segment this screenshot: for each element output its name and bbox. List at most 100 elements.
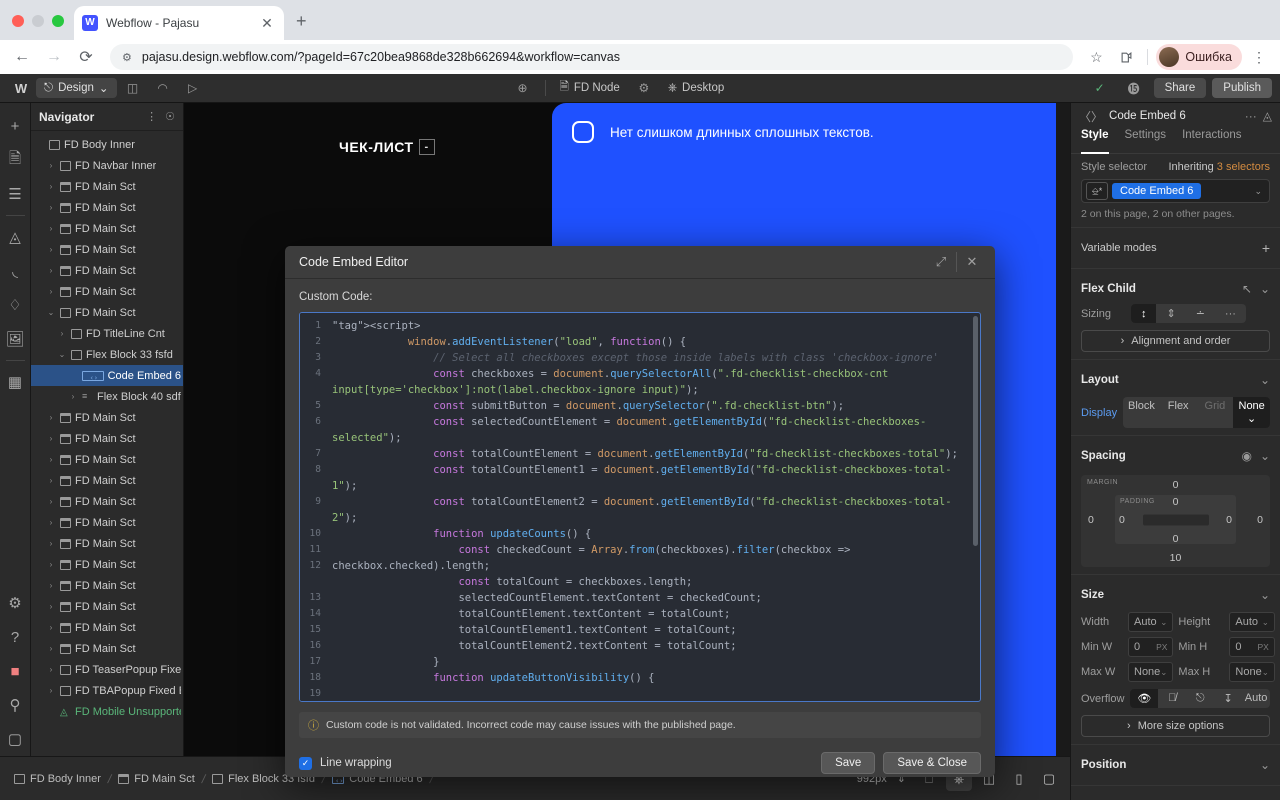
margin-right-value[interactable]: 0 <box>1257 514 1263 526</box>
expand-caret-icon[interactable]: › <box>46 203 56 212</box>
shrink-icon[interactable]: ↕ <box>1130 304 1157 323</box>
padding-bottom-value[interactable]: 0 <box>1173 533 1179 545</box>
share-button[interactable]: Share <box>1153 78 1207 98</box>
min-width-input[interactable]: 0 PX <box>1128 637 1174 657</box>
checklist-item[interactable]: Нет слишком длинных сплошных текстов. <box>552 103 1056 161</box>
expand-caret-icon[interactable]: › <box>46 224 56 233</box>
navigator-item[interactable]: FD Body Inner <box>31 134 183 155</box>
margin-top-value[interactable]: 0 <box>1173 479 1179 491</box>
maximize-window-button[interactable] <box>52 15 64 27</box>
expand-icon[interactable]: ⤢ <box>926 250 956 274</box>
margin-bottom-value[interactable]: 10 <box>1170 552 1182 564</box>
expand-caret-icon[interactable]: › <box>46 476 56 485</box>
navigator-item[interactable]: › FD Main Sct <box>31 617 183 638</box>
navigator-item[interactable]: ⌄ FD Main Sct <box>31 302 183 323</box>
navigator-item[interactable]: › FD Main Sct <box>31 281 183 302</box>
breadcrumb-item[interactable]: FD Body Inner <box>8 773 107 785</box>
code-text-area[interactable]: "tag"><script> window.addEventListener("… <box>326 313 980 701</box>
grow-icon[interactable]: ⇕ <box>1156 304 1185 323</box>
close-icon[interactable]: ✕ <box>258 15 276 32</box>
expand-caret-icon[interactable]: › <box>46 539 56 548</box>
tablet-landscape-icon[interactable]: ▯ <box>1006 767 1032 791</box>
spacing-widget[interactable]: MARGIN PADDING 0 10 0 0 0 0 0 0 <box>1081 475 1270 567</box>
navigator-item[interactable]: › FD Main Sct <box>31 596 183 617</box>
expand-caret-icon[interactable]: › <box>46 581 56 590</box>
close-icon[interactable]: ✕ <box>957 250 987 274</box>
add-icon[interactable]: + <box>0 109 31 143</box>
min-height-input[interactable]: 0 PX <box>1229 637 1275 657</box>
chevron-down-icon[interactable]: ⌄ <box>1260 373 1270 387</box>
navigator-item[interactable]: › FD Main Sct <box>31 638 183 659</box>
navigator-item[interactable]: › FD Main Sct <box>31 470 183 491</box>
navigator-item[interactable]: › FD Main Sct <box>31 554 183 575</box>
display-option-none[interactable]: None ⌄ <box>1233 397 1270 428</box>
expand-caret-icon[interactable]: › <box>46 245 56 254</box>
images-icon[interactable]: 🖼 <box>0 322 31 356</box>
padding-right-value[interactable]: 0 <box>1226 514 1232 526</box>
page-chip[interactable]: 🗎 FD Node <box>554 76 626 101</box>
assets-icon[interactable]: ♢ <box>0 288 31 322</box>
navigator-item[interactable]: › FD TitleLine Cnt <box>31 323 183 344</box>
save-and-close-button[interactable]: Save & Close <box>883 752 981 774</box>
new-selector-icon[interactable]: ⎒* <box>1086 182 1108 200</box>
expand-caret-icon[interactable]: › <box>46 686 56 695</box>
code-editor[interactable]: 123456789101112131415161718192021 "tag">… <box>299 312 981 702</box>
style-manager-icon[interactable]: ◟ <box>0 254 31 288</box>
add-variable-mode-button[interactable]: + <box>1262 240 1270 256</box>
expand-caret-icon[interactable]: › <box>46 560 56 569</box>
chevron-down-icon[interactable]: ⌄ <box>1260 588 1270 602</box>
breakpoint-chip[interactable]: ⎈ Desktop <box>662 79 730 98</box>
checkbox-icon[interactable] <box>572 121 594 143</box>
expand-caret-icon[interactable]: › <box>46 497 56 506</box>
tab-interactions[interactable]: Interactions <box>1182 129 1241 153</box>
navigator-item[interactable]: › ≡ Flex Block 40 sdfdsf <box>31 386 183 407</box>
settings-icon[interactable]: ⚙ <box>0 586 31 620</box>
chrome-menu-icon[interactable]: ⋮ <box>1246 44 1272 70</box>
navigator-item-selected[interactable]: ‹› Code Embed 6 <box>31 365 183 386</box>
display-option-block[interactable]: Block <box>1123 397 1160 428</box>
expand-caret-icon[interactable]: › <box>46 644 56 653</box>
visible-icon[interactable]: 👁 <box>1130 689 1159 708</box>
bookmark-icon[interactable]: ☆ <box>1083 44 1109 70</box>
minimize-window-button[interactable] <box>32 15 44 27</box>
tab-style[interactable]: Style <box>1081 129 1109 154</box>
more-icon[interactable]: ··· <box>1215 304 1246 323</box>
expand-caret-icon[interactable]: › <box>46 518 56 527</box>
breadcrumb-item[interactable]: FD Main Sct <box>112 773 201 785</box>
selector-chip[interactable]: Code Embed 6 <box>1112 183 1202 199</box>
navigator-item[interactable]: ◬ FD Mobile Unsupported <box>31 701 183 722</box>
navigator-item[interactable]: › FD Navbar Inner <box>31 155 183 176</box>
expand-caret-icon[interactable]: › <box>46 413 56 422</box>
navigator-item[interactable]: › FD Main Sct <box>31 449 183 470</box>
expand-caret-icon[interactable]: › <box>46 287 56 296</box>
expand-caret-icon[interactable]: › <box>57 329 67 338</box>
max-width-input[interactable]: None ⌄ <box>1128 662 1174 682</box>
fixed-icon[interactable]: ∸ <box>1186 304 1215 323</box>
browser-tab[interactable]: W Webflow - Pajasu ✕ <box>74 6 284 40</box>
max-height-input[interactable]: None ⌄ <box>1229 662 1275 682</box>
reload-icon[interactable]: ⟳ <box>72 43 100 71</box>
expand-caret-icon[interactable]: › <box>46 434 56 443</box>
expand-caret-icon[interactable]: › <box>46 455 56 464</box>
address-bar[interactable]: ⚙ pajasu.design.webflow.com/?pageId=67c2… <box>110 44 1074 70</box>
extensions-icon[interactable] <box>1113 44 1139 70</box>
expand-caret-icon[interactable]: › <box>46 161 56 170</box>
window-controls[interactable] <box>0 15 74 40</box>
navigator-item[interactable]: › FD Main Sct <box>31 197 183 218</box>
navigator-item[interactable]: › FD Main Sct <box>31 575 183 596</box>
expand-caret-icon[interactable]: › <box>68 392 78 401</box>
align-corner-icon[interactable]: ↖ <box>1242 282 1252 296</box>
profile-button[interactable]: Ошибка <box>1156 44 1242 70</box>
globe-icon[interactable]: ⊕ <box>509 77 537 99</box>
webflow-logo-icon[interactable]: W <box>8 77 34 99</box>
navigator-icon[interactable]: ☰ <box>0 177 31 211</box>
navigator-item[interactable]: › FD Main Sct <box>31 533 183 554</box>
margin-left-value[interactable]: 0 <box>1088 514 1094 526</box>
expand-caret-icon[interactable]: › <box>46 602 56 611</box>
expand-caret-icon[interactable]: › <box>46 623 56 632</box>
collapse-badge[interactable]: - <box>418 139 435 155</box>
auto-icon[interactable]: ↧ <box>1214 689 1242 708</box>
chevron-down-icon[interactable]: ⌄ <box>1260 449 1270 463</box>
close-window-button[interactable] <box>12 15 24 27</box>
chevron-down-icon[interactable]: ⌄ <box>1260 758 1270 772</box>
